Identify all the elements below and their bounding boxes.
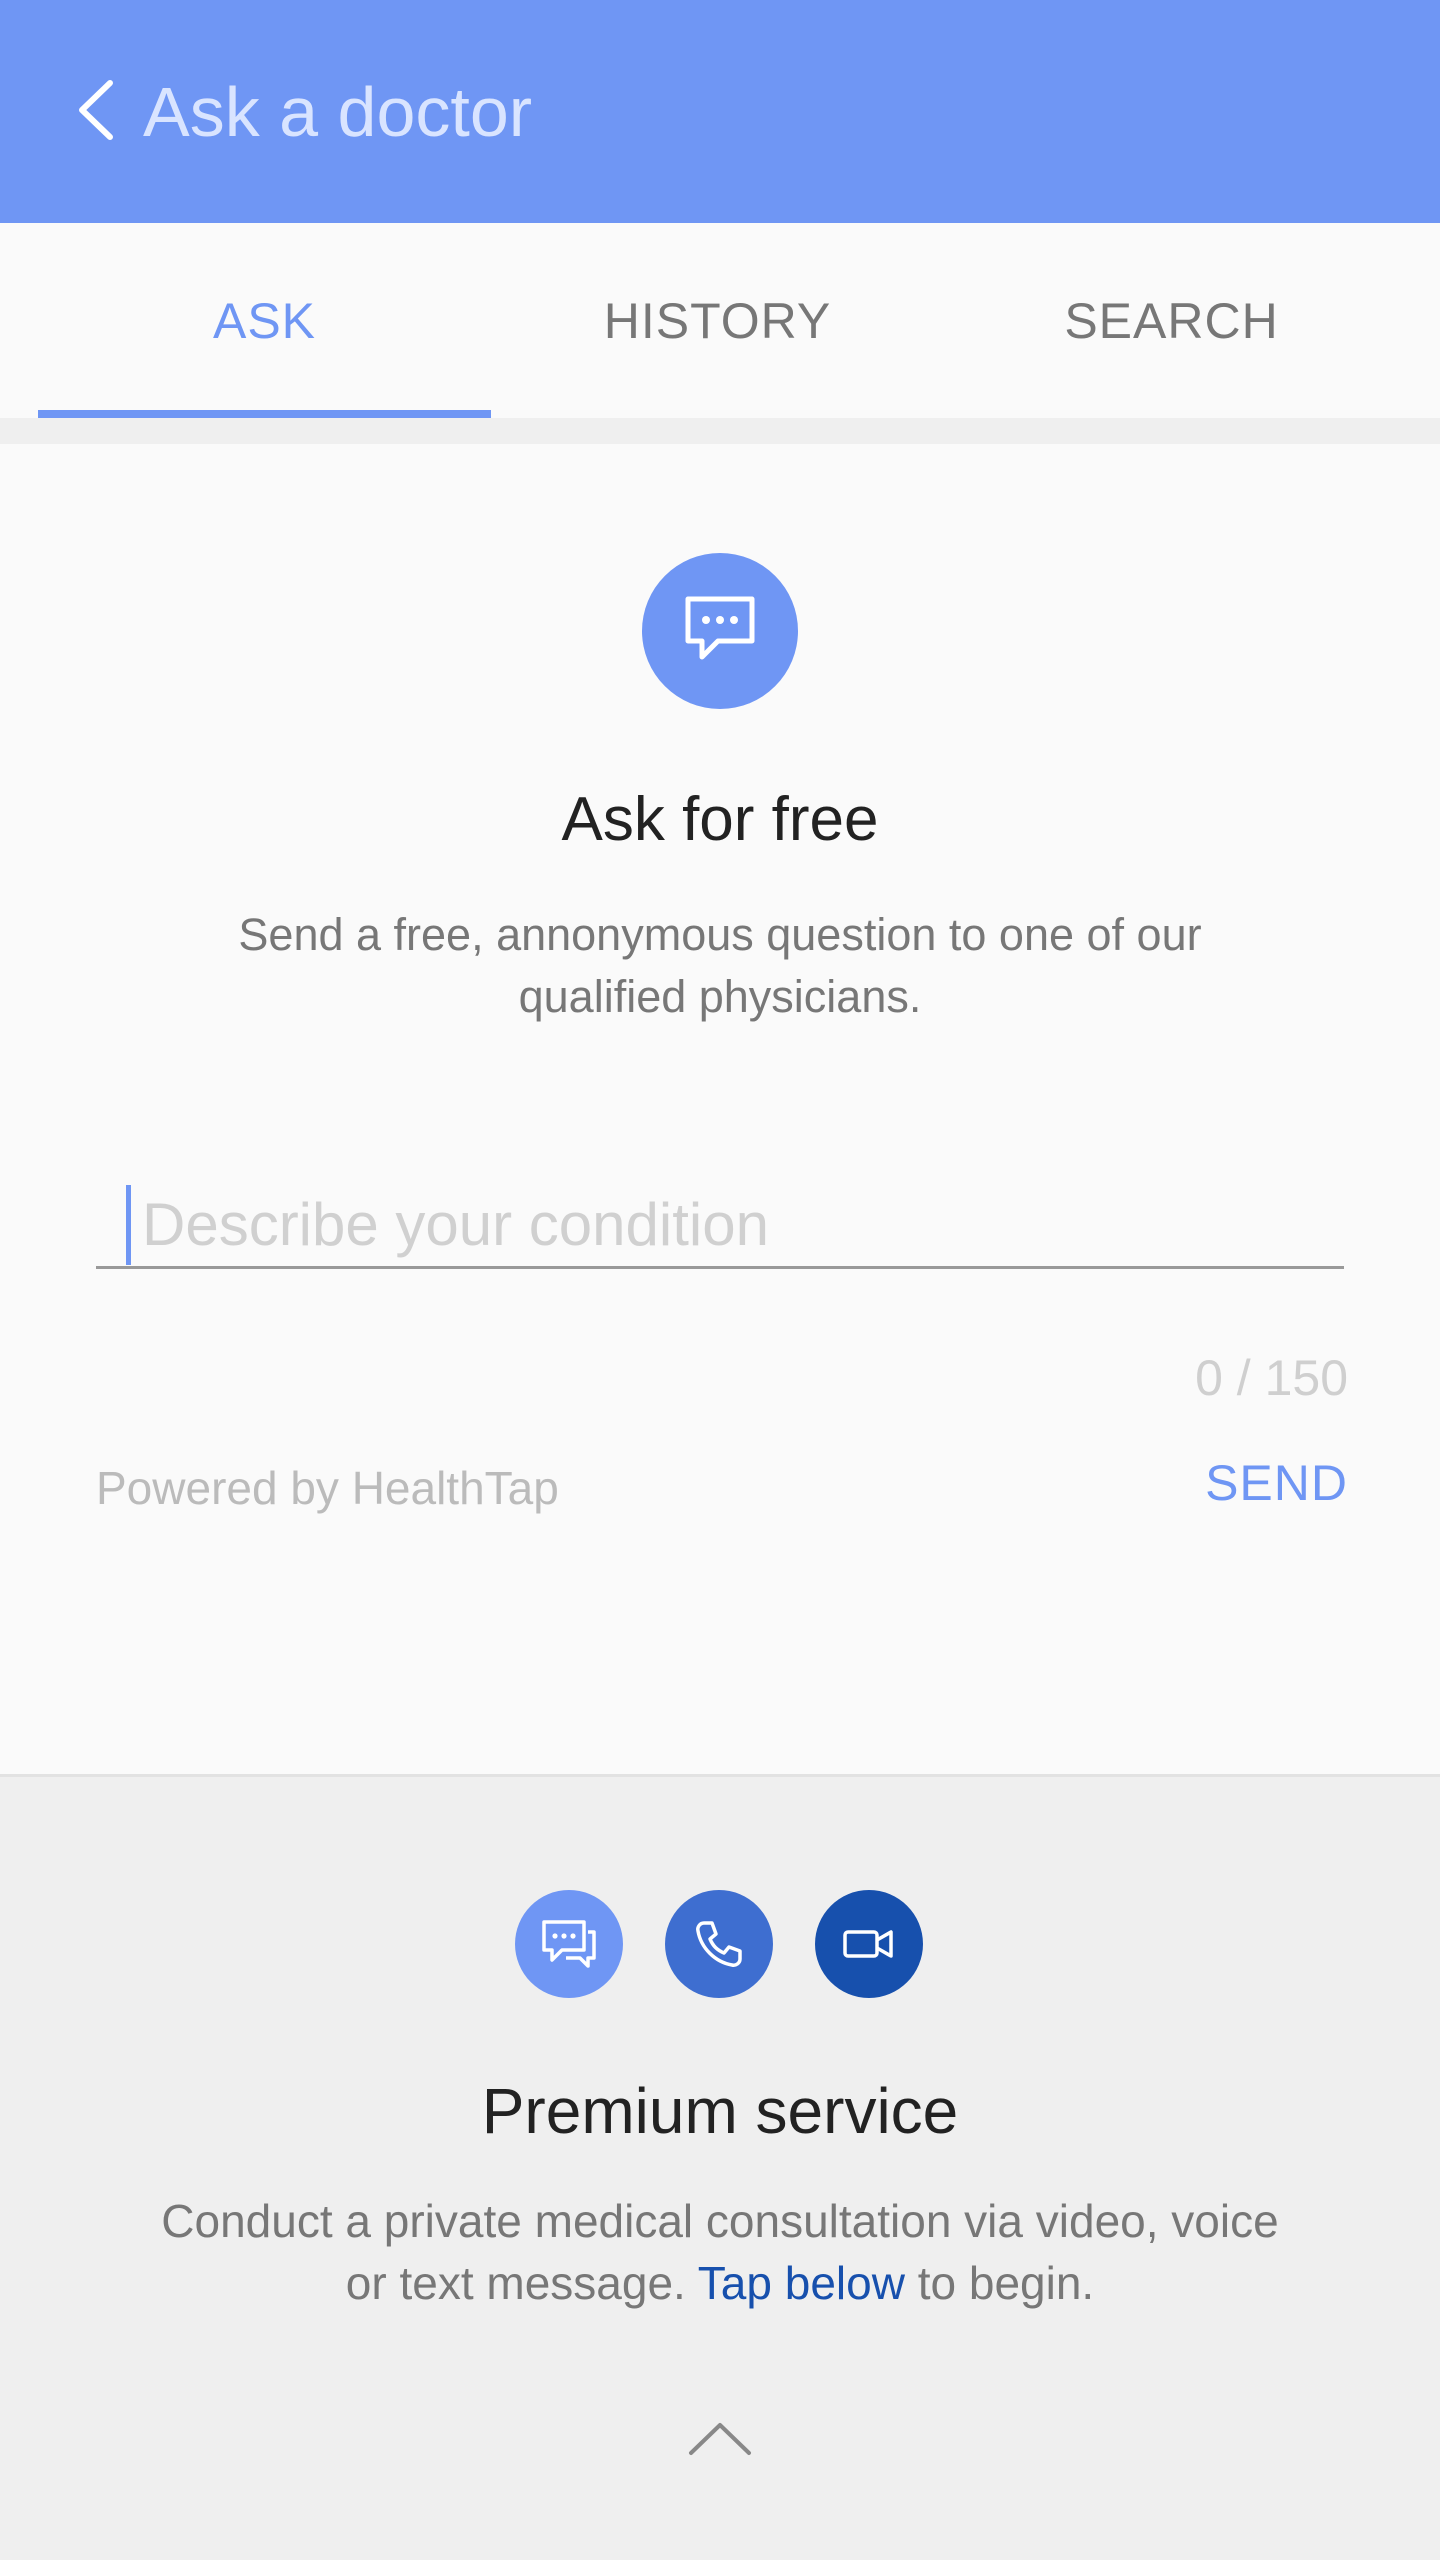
page-title: Ask a doctor (143, 73, 533, 151)
premium-section[interactable]: Premium service Conduct a private medica… (0, 1774, 1440, 2560)
tab-bar: ASK HISTORY SEARCH (0, 223, 1440, 418)
premium-description: Conduct a private medical consultation v… (150, 2190, 1290, 2314)
premium-description-end: to begin. (917, 2257, 1095, 2309)
tab-ask[interactable]: ASK (38, 223, 491, 418)
tap-below-link[interactable]: Tap below (698, 2257, 905, 2309)
character-counter: 0 / 150 (1195, 1350, 1348, 1406)
condition-input[interactable] (142, 1179, 1332, 1269)
text-message-icon[interactable] (515, 1890, 623, 1998)
condition-field[interactable] (96, 1179, 1344, 1269)
divider (0, 418, 1440, 444)
powered-by-label: Powered by HealthTap (96, 1462, 559, 1514)
tab-history[interactable]: HISTORY (491, 223, 944, 418)
app-bar: Ask a doctor (0, 0, 1440, 223)
expand-button[interactable] (670, 2397, 770, 2477)
video-camera-icon[interactable] (815, 1890, 923, 1998)
ask-description: Send a free, annonymous question to one … (238, 909, 1202, 1022)
send-button[interactable]: SEND (1205, 1454, 1348, 1512)
ask-section: Ask for free Send a free, annonymous que… (0, 444, 1440, 1774)
text-cursor (126, 1185, 131, 1265)
premium-title: Premium service (481, 2075, 959, 2147)
ask-title: Ask for free (561, 785, 879, 854)
phone-icon[interactable] (665, 1890, 773, 1998)
back-button[interactable] (50, 60, 150, 160)
chat-bubble-icon (642, 553, 798, 709)
active-tab-indicator (38, 410, 491, 418)
tab-search[interactable]: SEARCH (945, 223, 1398, 418)
chevron-left-icon (79, 80, 113, 140)
chevron-up-icon (689, 2423, 751, 2455)
